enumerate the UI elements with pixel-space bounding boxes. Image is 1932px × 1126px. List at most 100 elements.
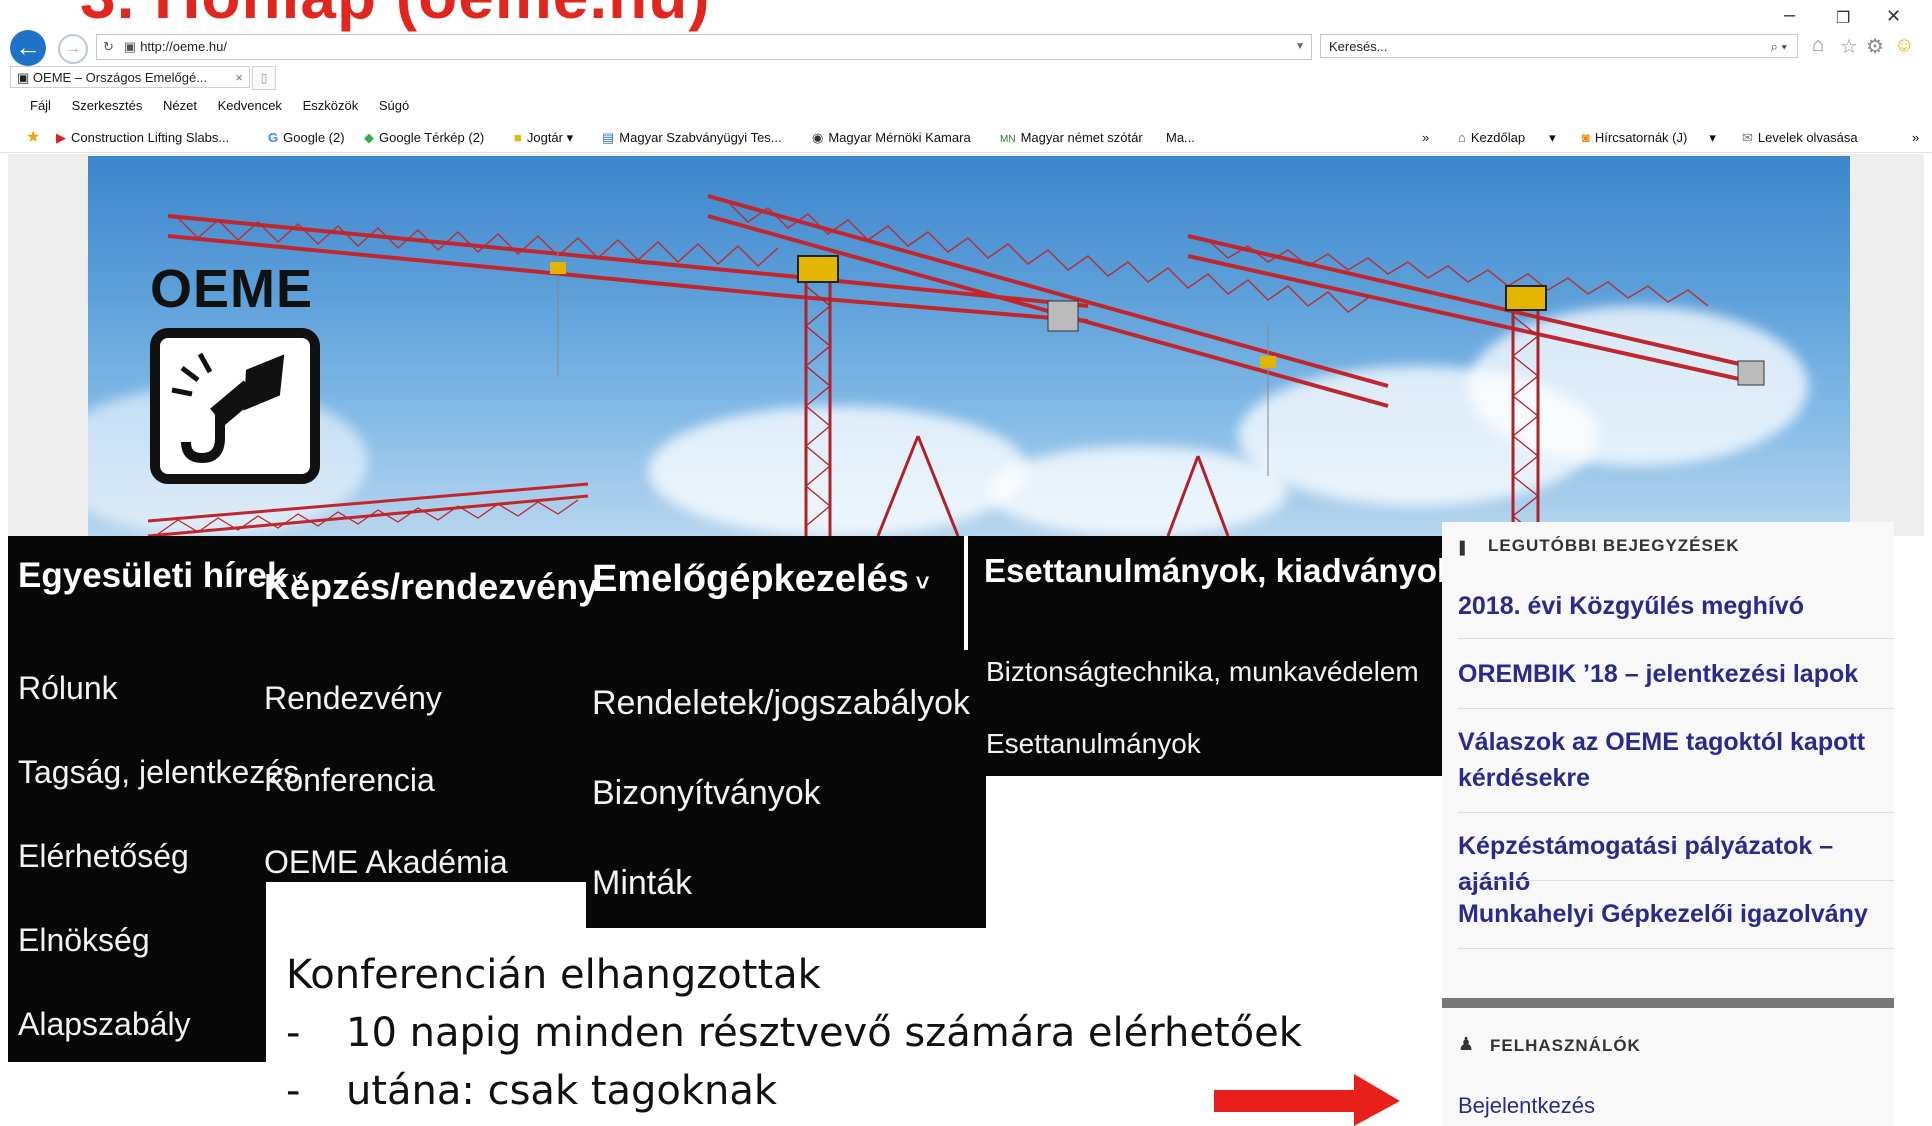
menu-item-rendeletek[interactable]: Rendeletek/jogszabályok <box>592 684 970 723</box>
menu-egyesuleti-hirek[interactable]: Egyesületi hírek ˅ <box>18 556 304 596</box>
divider <box>1458 708 1894 709</box>
recent-post-link[interactable]: Képzéstámogatási pályázatok – ajánló <box>1458 828 1888 900</box>
menu-bar: Fájl Szerkesztés Nézet Kedvencek Eszközö… <box>0 94 1932 118</box>
home-dropdown-icon[interactable]: ▾ <box>1549 130 1556 145</box>
menu-item-elnokseg[interactable]: Elnökség <box>18 922 150 959</box>
notes-heading: Konferencián elhangzottak <box>286 952 821 998</box>
mail-icon: ✉ <box>1742 130 1753 145</box>
forward-arrow-icon: → <box>65 40 81 57</box>
divider <box>1458 880 1894 881</box>
search-icon[interactable]: ⌕ ▾ <box>1771 35 1787 59</box>
search-input[interactable]: Keresés... ⌕ ▾ <box>1320 34 1798 58</box>
fav-jogtar[interactable]: ■ Jogtár ▾ <box>514 124 573 152</box>
cranes-illustration <box>147 194 1765 536</box>
recent-posts-heading: LEGUTÓBBI BEJEGYZÉSEK <box>1488 536 1740 555</box>
divider <box>1458 638 1894 639</box>
divider <box>1458 812 1894 813</box>
recent-post-link[interactable]: 2018. évi Közgyűlés meghívó <box>1458 588 1888 624</box>
fav-google[interactable]: G Google (2) <box>268 124 345 152</box>
red-arrow-annotation <box>1214 1074 1400 1126</box>
dictionary-icon: MN <box>1000 134 1016 145</box>
user-icon: ♟ <box>1458 1034 1475 1054</box>
slide-title: 3. Honlap (oeme.hu) <box>80 0 711 28</box>
page-favicon-icon: ▣ <box>123 39 137 54</box>
notes-bullet: 10 napig minden résztvevő számára elérhe… <box>346 1010 1302 1056</box>
menu-item-tagsag[interactable]: Tagság, jelentkezés <box>18 754 299 791</box>
mail-command[interactable]: ✉ Levelek olvasása <box>1742 124 1858 152</box>
crane-hook-icon <box>171 352 285 464</box>
recent-post-link[interactable]: OREMBIK ’18 – jelentkezési lapok <box>1458 656 1888 692</box>
menu-file[interactable]: Fájl <box>30 98 51 113</box>
close-window-button[interactable]: ✕ <box>1886 6 1901 27</box>
menu-item-rendezveny[interactable]: Rendezvény <box>264 680 442 717</box>
divider <box>1458 948 1894 949</box>
chamber-icon: ◉ <box>812 130 824 145</box>
header-banner-image <box>88 156 1850 536</box>
fav-szabvany[interactable]: ▤ Magyar Szabványügyi Tes... <box>602 124 782 152</box>
forward-button[interactable]: → <box>58 34 88 64</box>
menu-item-elerhetoseg[interactable]: Elérhetőség <box>18 838 189 875</box>
recent-post-link[interactable]: Munkahelyi Gépkezelői igazolvány <box>1458 896 1888 932</box>
search-placeholder: Keresés... <box>1329 39 1388 54</box>
menu-favorites[interactable]: Kedvencek <box>218 98 282 113</box>
home-command[interactable]: ⌂ Kezdőlap ▾ <box>1458 124 1556 152</box>
feeds-command[interactable]: ◙ Hírcsatornák (J) ▾ <box>1582 124 1716 152</box>
menu-item-mintak[interactable]: Minták <box>592 864 692 903</box>
tab-close-icon[interactable]: × <box>235 67 243 89</box>
menu-help[interactable]: Súgó <box>379 98 409 113</box>
restore-button[interactable]: ❐ <box>1836 8 1850 28</box>
page-icon: ▤ <box>602 130 615 145</box>
menu-item-alapszabaly[interactable]: Alapszabály <box>18 1006 191 1043</box>
menu-item-esettanulmanyok[interactable]: Esettanulmányok <box>986 728 1201 760</box>
fav-szotar[interactable]: MN Magyar német szótár <box>1000 124 1143 154</box>
favorites-star-add-icon[interactable]: ★ <box>26 124 40 152</box>
menu-item-bizonyitvanyok[interactable]: Bizonyítványok <box>592 774 821 813</box>
home-icon[interactable]: ⌂ <box>1812 34 1824 57</box>
pin-icon: ❚ <box>1456 539 1469 556</box>
menu-kepzes-rendezveny[interactable]: Képzés/rendezvény <box>264 566 598 608</box>
fav-overflow[interactable]: » <box>1422 124 1429 152</box>
smiley-feedback-icon[interactable]: ☺ <box>1894 34 1914 57</box>
notes-bullet: utána: csak tagoknak <box>346 1068 778 1114</box>
menu-tools[interactable]: Eszközök <box>303 98 359 113</box>
menu-item-rolunk[interactable]: Rólunk <box>18 670 118 707</box>
favorites-bar: ★ ▶ Construction Lifting Slabs... G Google… <box>0 124 1932 153</box>
fav-google-maps[interactable]: ◆ Google Térkép (2) <box>364 124 484 152</box>
settings-gear-icon[interactable]: ⚙ <box>1866 34 1884 59</box>
folder-icon: ■ <box>514 130 522 145</box>
menu-esettanulmanyok[interactable]: Esettanulmányok, kiadványok ˅ <box>984 552 1473 590</box>
back-arrow-icon: ← <box>15 32 41 62</box>
tab-title: OEME – Országos Emelőgé... <box>32 70 208 85</box>
menu-edit[interactable]: Szerkesztés <box>72 98 143 113</box>
chevron-down-icon: ˅ <box>908 570 930 597</box>
minimize-button[interactable]: – <box>1784 4 1795 27</box>
menu-item-konferencia[interactable]: Konferencia <box>264 762 435 799</box>
youtube-icon: ▶ <box>56 130 66 145</box>
command-overflow[interactable]: » <box>1912 124 1919 152</box>
new-tab-button[interactable]: ▯ <box>252 66 276 90</box>
menu-view[interactable]: Nézet <box>163 98 197 113</box>
maps-icon: ◆ <box>364 130 374 145</box>
rss-icon: ◙ <box>1582 130 1590 145</box>
browser-tab[interactable]: ▣ OEME – Országos Emelőgé... × <box>10 66 250 88</box>
back-button[interactable]: ← <box>10 30 46 66</box>
fav-mernoki-kamara[interactable]: ◉ Magyar Mérnöki Kamara <box>812 124 971 152</box>
address-bar[interactable]: ↻ ▣ http://oeme.hu/ ▼ <box>96 34 1312 60</box>
login-link[interactable]: Bejelentkezés <box>1458 1088 1888 1124</box>
menu-item-oeme-akademia[interactable]: OEME Akadémia <box>264 844 508 881</box>
recent-post-link[interactable]: Válaszok az OEME tagoktól kapott kérdése… <box>1458 724 1888 796</box>
google-icon: G <box>268 130 279 145</box>
address-dropdown-icon[interactable]: ▼ <box>1295 35 1305 59</box>
menu-emelogepkezeles[interactable]: Emelőgépkezelés ˅ <box>592 558 930 601</box>
feeds-dropdown-icon[interactable]: ▾ <box>1709 130 1716 145</box>
notes-bullet-dash: - <box>286 1010 301 1056</box>
favorites-star-icon[interactable]: ☆ <box>1840 34 1858 59</box>
address-url: http://oeme.hu/ <box>140 39 227 54</box>
menu-item-biztonsagtechnika[interactable]: Biztonságtechnika, munkavédelem <box>986 656 1419 688</box>
users-heading: FELHASZNÁLÓK <box>1490 1036 1641 1055</box>
fav-more[interactable]: Ma... <box>1166 124 1195 152</box>
site-logo-icon[interactable] <box>150 328 320 484</box>
site-logo-text[interactable]: OEME <box>150 258 313 320</box>
fav-construction[interactable]: ▶ Construction Lifting Slabs... <box>56 124 229 152</box>
refresh-icon[interactable]: ↻ <box>103 35 114 59</box>
